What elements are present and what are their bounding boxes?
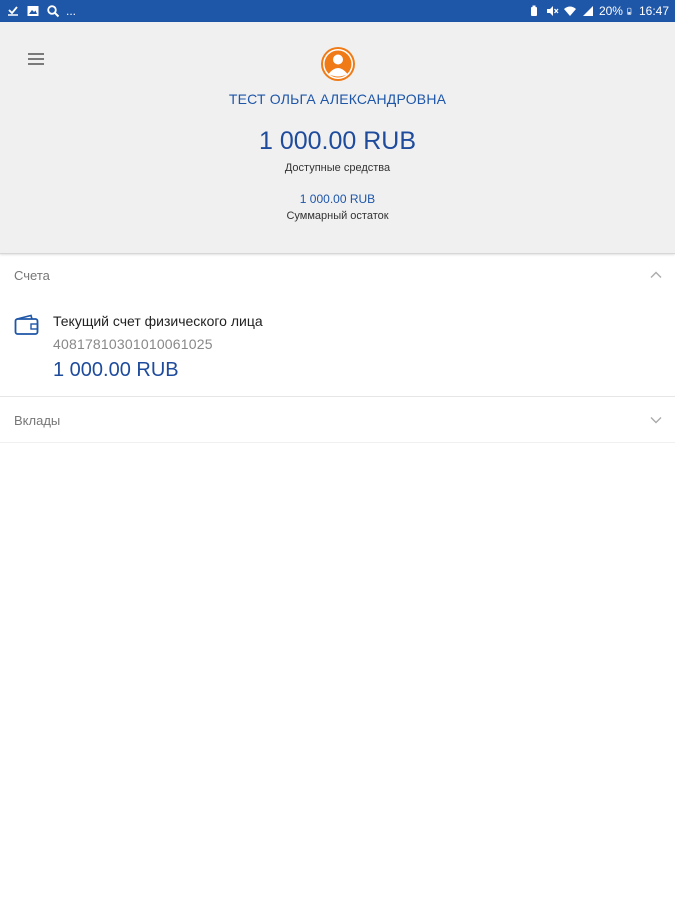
chevron-up-icon (650, 271, 662, 278)
accounts-section-header[interactable]: Счета (0, 254, 675, 298)
battery-percent: 20% (598, 4, 623, 18)
status-bar-system: 20% 16:47 (527, 3, 669, 19)
section-divider (0, 442, 675, 443)
deposits-section-header[interactable]: Вклады (0, 399, 675, 443)
available-label: Доступные средства (284, 162, 391, 174)
avatar-icon[interactable] (320, 46, 356, 82)
account-amount: 1 000.00 RUB (53, 359, 179, 381)
account-name: Текущий счет физического лица (53, 313, 263, 329)
clock: 16:47 (638, 4, 669, 18)
hamburger-icon (28, 53, 44, 55)
check-icon (8, 6, 18, 16)
status-bar-notifications: ... (6, 3, 76, 19)
more-notifications-text: ... (66, 4, 77, 18)
total-amount: 1 000.00 RUB (299, 192, 376, 206)
user-name: ТЕСТ ОЛЬГА АЛЕКСАНДРОВНА (228, 91, 447, 107)
signal-icon (582, 6, 593, 16)
account-number: 40817810301010061025 (53, 336, 213, 352)
wallet-icon (14, 314, 39, 335)
section-divider (0, 396, 675, 397)
search-icon (47, 5, 60, 18)
deposits-section-title: Вклады (14, 413, 61, 428)
total-label: Суммарный остаток (286, 210, 389, 222)
available-amount: 1 000.00 RUB (258, 127, 417, 155)
wifi-icon (563, 6, 576, 16)
hamburger-icon-line (28, 63, 44, 65)
alarm-icon (530, 5, 537, 16)
battery-icon (627, 7, 632, 15)
menu-button[interactable] (26, 50, 48, 68)
hamburger-icon-line (28, 58, 44, 60)
profile-header: ТЕСТ ОЛЬГА АЛЕКСАНДРОВНА 1 000.00 RUB До… (0, 22, 675, 254)
account-item[interactable]: Текущий счет физического лица 4081781030… (0, 298, 675, 396)
image-icon (27, 6, 39, 16)
status-bar: ... 20% 16:47 (0, 0, 675, 22)
chevron-down-icon (650, 417, 662, 424)
mute-icon (546, 6, 559, 16)
accounts-section-title: Счета (14, 268, 50, 283)
